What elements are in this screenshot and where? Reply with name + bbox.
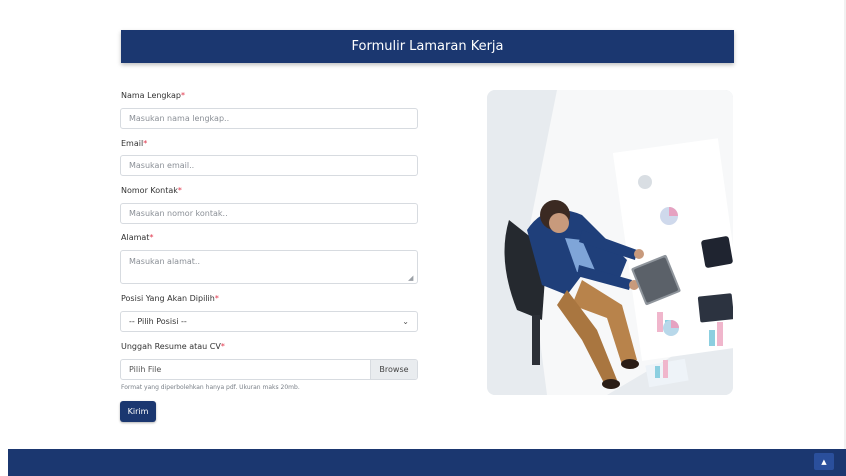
email-label: Email* (121, 139, 148, 148)
required-mark: * (177, 186, 182, 195)
position-select-value: -- Pilih Posisi -- (129, 317, 187, 326)
resume-label: Unggah Resume atau CV* (121, 342, 225, 351)
required-mark: * (214, 294, 219, 303)
office-worker-image (487, 90, 733, 395)
position-label: Posisi Yang Akan Dipilih* (121, 294, 219, 303)
position-select[interactable]: -- Pilih Posisi -- ⌄ (120, 311, 418, 332)
name-label: Nama Lengkap* (121, 91, 185, 100)
address-textarea[interactable] (120, 250, 418, 284)
chevron-up-icon: ▲ (821, 457, 827, 466)
required-mark: * (149, 233, 154, 242)
name-input[interactable] (120, 108, 418, 129)
address-label: Alamat* (121, 233, 154, 242)
phone-label: Nomor Kontak* (121, 186, 182, 195)
required-mark: * (180, 91, 185, 100)
submit-button[interactable]: Kirim (120, 401, 156, 422)
resize-handle-icon[interactable]: ◢ (408, 274, 416, 282)
required-mark: * (220, 342, 225, 351)
back-to-top-button[interactable]: ▲ (814, 453, 834, 470)
email-input[interactable] (120, 155, 418, 176)
phone-input[interactable] (120, 203, 418, 224)
chevron-down-icon: ⌄ (402, 317, 409, 326)
page-footer (8, 449, 846, 476)
form-title: Formulir Lamaran Kerja (351, 39, 504, 54)
form-header: Formulir Lamaran Kerja (121, 30, 734, 63)
browse-button[interactable]: Browse (370, 360, 417, 379)
office-illustration (487, 90, 733, 395)
resume-file-input[interactable]: Pilih File Browse (120, 359, 418, 380)
required-mark: * (143, 139, 148, 148)
file-hint-text: Format yang diperbolehkan hanya pdf. Uku… (121, 384, 300, 391)
file-name-text: Pilih File (129, 365, 162, 374)
